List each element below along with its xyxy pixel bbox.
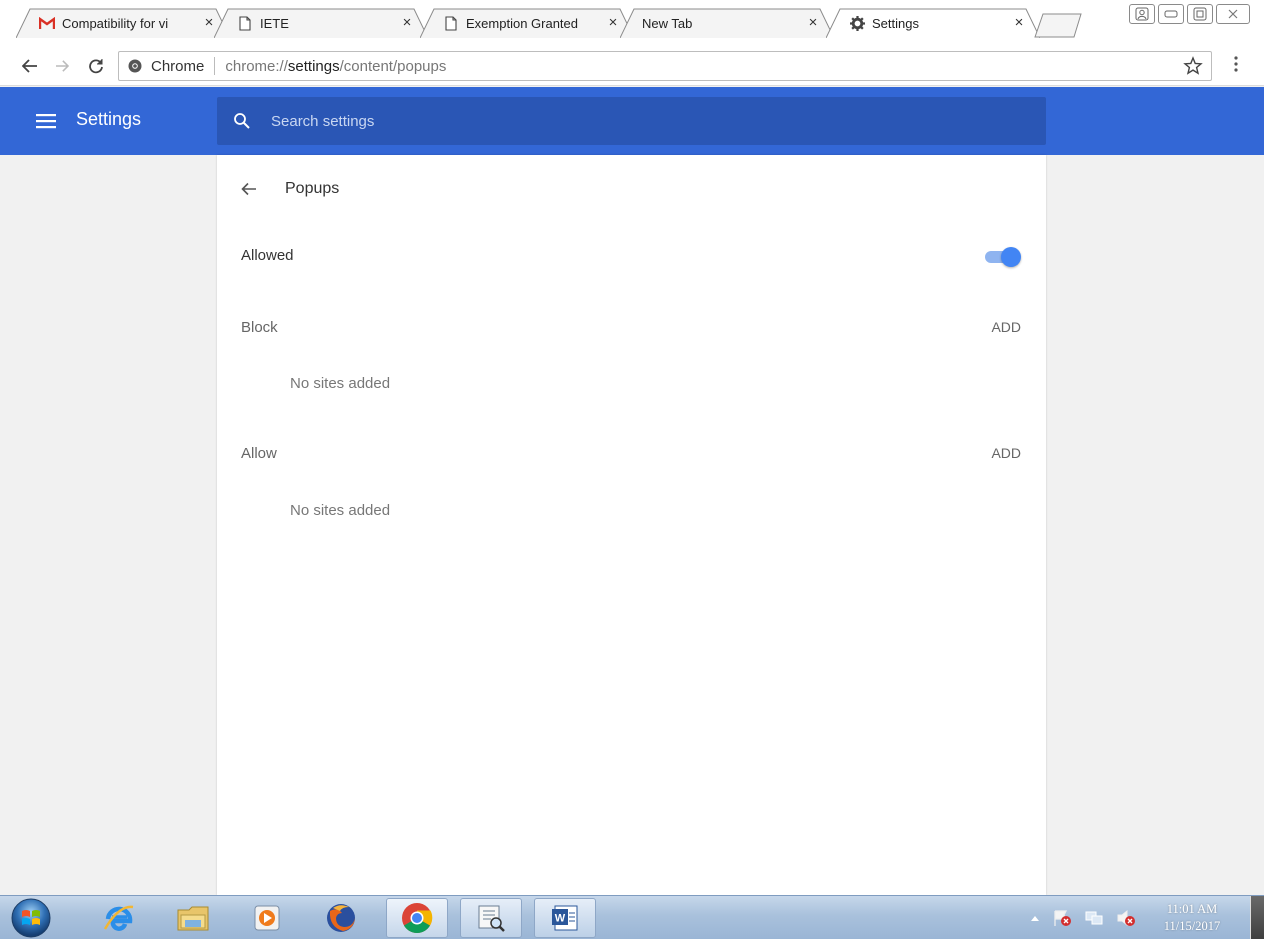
chrome-browser-icon	[402, 903, 433, 934]
tab-title: Exemption Granted	[466, 15, 579, 31]
close-window-icon	[1228, 9, 1238, 19]
url-path: /content/popups	[339, 57, 447, 75]
page-title: Popups	[285, 180, 340, 197]
restore-icon	[1193, 7, 1207, 21]
minimize-icon	[1164, 10, 1178, 18]
firefox-icon	[327, 904, 355, 932]
profile-button[interactable]	[1129, 4, 1155, 24]
block-section-label: Block	[241, 319, 278, 336]
close-tab-icon[interactable]: ×	[606, 15, 620, 31]
site-label: Chrome	[151, 57, 205, 75]
taskbar-ie[interactable]	[88, 898, 150, 938]
allow-section-label: Allow	[241, 445, 277, 462]
taskbar-explorer[interactable]	[162, 898, 224, 938]
action-center-flag-icon[interactable]	[1052, 909, 1072, 927]
back-button[interactable]	[18, 54, 42, 78]
tab-exemption[interactable]: Exemption Granted ×	[420, 8, 634, 38]
bookmark-star-icon[interactable]	[1183, 56, 1203, 76]
system-clock[interactable]: 11:01 AM 11/15/2017	[1150, 901, 1234, 935]
reload-button[interactable]	[84, 54, 108, 78]
forward-button[interactable]	[50, 54, 74, 78]
tab-title: Compatibility for vi	[62, 15, 169, 31]
url-scheme: chrome://	[225, 57, 288, 75]
allowed-label: Allowed	[241, 247, 294, 264]
tab-gmail[interactable]: Compatibility for vi ×	[16, 8, 230, 38]
document-search-icon	[478, 905, 505, 932]
gear-icon	[848, 14, 866, 32]
media-player-icon	[254, 905, 280, 931]
gmail-icon	[38, 14, 56, 32]
network-icon[interactable]	[1084, 909, 1104, 927]
allow-add-button[interactable]: ADD	[991, 445, 1021, 461]
start-button[interactable]	[10, 897, 52, 939]
taskbar-document-viewer[interactable]	[460, 898, 522, 938]
more-vert-icon	[1234, 56, 1238, 72]
window-controls	[1129, 4, 1250, 24]
taskbar-word[interactable]: W	[534, 898, 596, 938]
close-window-button[interactable]	[1216, 4, 1250, 24]
svg-text:W: W	[555, 913, 566, 925]
file-explorer-icon	[177, 906, 209, 931]
tab-title: New Tab	[642, 15, 693, 31]
url-host: settings	[287, 57, 340, 75]
arrow-left-icon	[22, 59, 37, 73]
page-icon	[442, 14, 460, 32]
tab-iete[interactable]: IETE ×	[214, 8, 428, 38]
toggle-knob	[1001, 247, 1021, 267]
omnibox-separator	[214, 57, 216, 75]
site-chip[interactable]: Chrome	[119, 58, 204, 75]
show-desktop-button[interactable]	[1250, 896, 1264, 939]
chrome-menu-button[interactable]	[1226, 52, 1246, 76]
profile-icon	[1135, 7, 1149, 21]
block-empty-text: No sites added	[290, 375, 391, 392]
search-input[interactable]	[271, 112, 971, 130]
page-icon	[236, 14, 254, 32]
volume-muted-icon[interactable]	[1116, 909, 1136, 927]
system-tray	[1030, 896, 1136, 939]
word-icon: W	[552, 905, 578, 931]
close-tab-icon[interactable]: ×	[400, 15, 414, 31]
chrome-icon	[128, 59, 142, 73]
url-text: chrome://settings/content/popups	[225, 58, 446, 75]
tab-title: IETE	[260, 15, 289, 31]
browser-toolbar: Chrome chrome://settings/content/popups	[0, 48, 1264, 86]
taskbar-chrome[interactable]	[386, 898, 448, 938]
settings-title: Settings	[76, 109, 142, 129]
minimize-button[interactable]	[1158, 4, 1184, 24]
tab-new-tab[interactable]: New Tab ×	[620, 8, 834, 38]
close-tab-icon[interactable]: ×	[806, 15, 820, 31]
taskbar-firefox[interactable]	[310, 898, 372, 938]
tab-title: Settings	[872, 15, 919, 31]
taskbar-media-player[interactable]	[236, 898, 298, 938]
internet-explorer-icon	[103, 905, 134, 931]
chevron-up-icon[interactable]	[1030, 914, 1040, 922]
close-tab-icon[interactable]: ×	[1012, 15, 1026, 31]
popups-settings-card: Popups Allowed Block ADD No sites added …	[217, 155, 1046, 895]
search-icon	[234, 113, 250, 129]
hamburger-menu-icon[interactable]	[36, 112, 56, 130]
arrow-right-icon	[55, 60, 69, 72]
restore-button[interactable]	[1187, 4, 1213, 24]
settings-header: Settings	[0, 87, 1264, 155]
clock-time: 11:01 AM	[1166, 902, 1218, 916]
reload-icon	[89, 59, 103, 74]
search-settings-box[interactable]	[217, 97, 1046, 145]
allow-empty-text: No sites added	[290, 502, 391, 519]
address-bar[interactable]: Chrome chrome://settings/content/popups	[118, 51, 1212, 81]
allowed-toggle[interactable]	[983, 247, 1021, 267]
new-tab-button[interactable]	[1034, 13, 1082, 38]
back-arrow-icon[interactable]	[239, 179, 259, 199]
block-add-button[interactable]: ADD	[991, 319, 1021, 335]
tab-settings[interactable]: Settings ×	[826, 8, 1040, 38]
tab-strip: Compatibility for vi × IETE × Exemption …	[0, 0, 1264, 48]
windows-taskbar: W 11:01 AM 11/15/2017	[0, 895, 1264, 939]
clock-date: 11/15/2017	[1163, 919, 1221, 933]
